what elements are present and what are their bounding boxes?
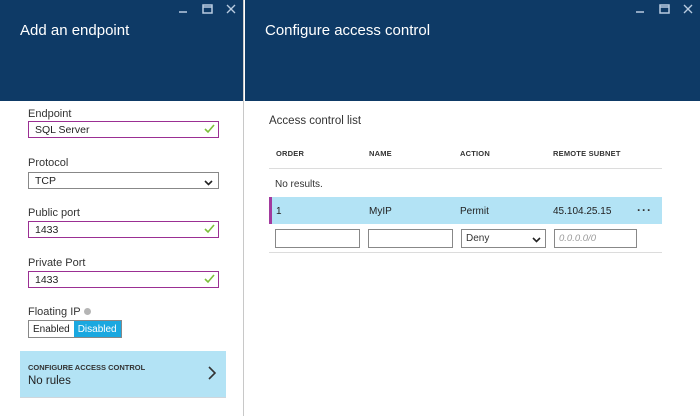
public-port-label: Public port [28,207,80,219]
new-action-select[interactable]: Deny [461,229,546,248]
protocol-value: TCP [35,174,56,187]
maximize-icon[interactable] [201,3,213,15]
add-endpoint-blade: Add an endpoint Endpoint SQL Server Prot… [0,0,244,416]
window-controls [634,3,694,15]
column-header-remote-subnet[interactable]: REMOTE SUBNET [553,149,621,158]
configure-access-control-nav[interactable]: CONFIGURE ACCESS CONTROL No rules [20,351,226,398]
new-subnet-input[interactable]: 0.0.0.0/0 [554,229,637,248]
chevron-down-icon [532,235,541,246]
acl-table-header: ORDER NAME ACTION REMOTE SUBNET [269,143,662,169]
floating-ip-toggle: Enabled Disabled [28,320,122,338]
protocol-select[interactable]: TCP [28,172,219,189]
row-action: Permit [460,206,489,217]
minimize-icon[interactable] [177,3,189,15]
chevron-down-icon [204,177,213,189]
endpoint-field[interactable]: SQL Server [28,121,219,138]
public-port-value: 1433 [35,223,59,236]
check-icon [204,224,215,237]
floating-ip-disabled-option[interactable]: Disabled [73,321,121,337]
private-port-value: 1433 [35,273,59,286]
check-icon [204,124,215,137]
new-order-input[interactable] [275,229,360,248]
table-row[interactable]: 1 MyIP Permit 45.104.25.15 ··· [269,197,662,224]
chevron-right-icon [208,366,217,383]
private-port-label: Private Port [28,257,86,269]
more-options-icon[interactable]: ··· [637,203,652,217]
window-controls [177,3,237,15]
column-header-action[interactable]: ACTION [460,149,490,158]
blade-header: Add an endpoint [0,0,243,101]
info-icon[interactable] [83,307,91,315]
row-name: MyIP [369,206,392,217]
new-name-input[interactable] [368,229,453,248]
endpoint-label: Endpoint [28,108,72,120]
blade-title: Add an endpoint [20,22,130,39]
blade-title: Configure access control [265,22,431,39]
access-control-list-title: Access control list [269,115,362,127]
check-icon [204,274,215,287]
endpoint-value: SQL Server [35,123,90,136]
close-icon[interactable] [682,3,694,15]
nav-item-value: No rules [28,375,71,387]
nav-item-title: CONFIGURE ACCESS CONTROL [28,363,146,372]
new-rule-row: Deny 0.0.0.0/0 [269,229,662,253]
private-port-field[interactable]: 1433 [28,271,219,288]
no-results-text: No results. [275,179,323,190]
floating-ip-enabled-option[interactable]: Enabled [29,321,74,337]
row-order: 1 [276,206,282,217]
maximize-icon[interactable] [658,3,670,15]
protocol-label: Protocol [28,157,69,169]
row-subnet: 45.104.25.15 [553,206,612,217]
configure-access-control-blade: Configure access control Access control … [245,0,700,416]
blade-header: Configure access control [245,0,700,101]
floating-ip-label-text: Floating IP [28,306,81,318]
floating-ip-label: Floating IP [28,306,91,318]
minimize-icon[interactable] [634,3,646,15]
close-icon[interactable] [225,3,237,15]
column-header-name[interactable]: NAME [369,149,392,158]
public-port-field[interactable]: 1433 [28,221,219,238]
new-action-value: Deny [466,233,490,244]
column-header-order[interactable]: ORDER [276,149,304,158]
